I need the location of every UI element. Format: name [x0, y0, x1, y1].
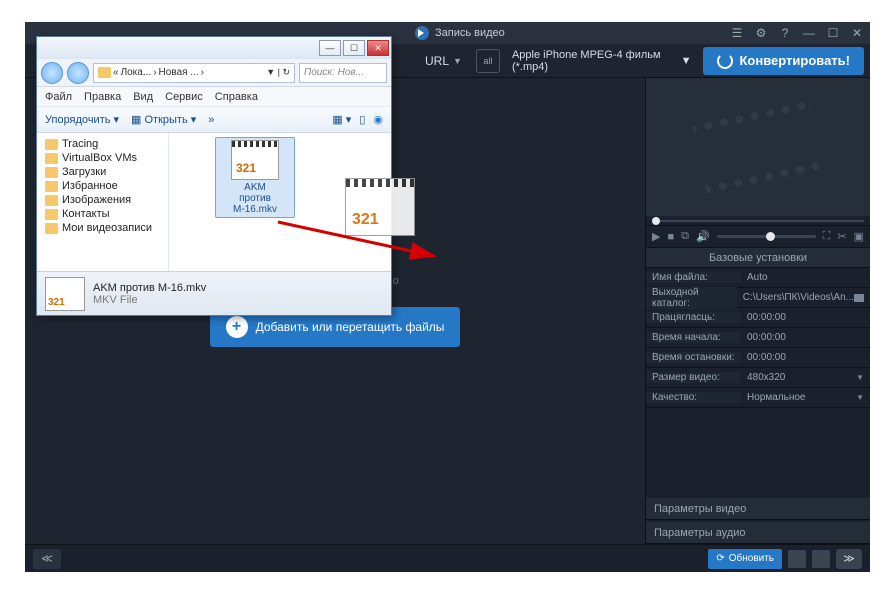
convert-label: Конвертировать! [739, 53, 850, 68]
menu-file[interactable]: Файл [45, 91, 72, 103]
explorer-menu: Файл Правка Вид Сервис Справка [37, 87, 391, 107]
row-quality: Качество:Нормальное▼ [646, 388, 870, 408]
plus-icon: + [226, 316, 248, 338]
side-panel: ▶ ■ ⧉ 🔊 ⛶ ✂ ▣ Базовые установки Имя файл… [645, 78, 870, 544]
update-button[interactable]: ⟳Обновить [708, 549, 782, 569]
chevron-down-icon: ▼ [681, 55, 692, 67]
view-mode-button[interactable]: ▦ ▾ [332, 113, 351, 126]
status-filename: AKM против M-16.mkv [93, 282, 206, 294]
menu-edit[interactable]: Правка [84, 91, 121, 103]
volume-icon[interactable]: 🔊 [696, 230, 710, 243]
drag-ghost-icon [345, 178, 415, 236]
search-input[interactable]: Поиск: Нов... [299, 63, 387, 83]
record-tab-label: Запись видео [435, 27, 505, 39]
chevron-down-icon: ▼ [856, 373, 864, 382]
url-button[interactable]: URL ▼ [417, 48, 470, 74]
maximize-icon[interactable]: ☐ [826, 26, 840, 40]
filmstrip-icon [692, 100, 824, 193]
stop-value[interactable]: 00:00:00 [741, 352, 870, 363]
organize-button[interactable]: Упорядочить ▾ [45, 113, 119, 126]
row-filename: Имя файла:Auto [646, 268, 870, 288]
snapshot-icon[interactable]: ⧉ [681, 230, 689, 243]
expand-right-button[interactable]: ≫ [836, 549, 862, 569]
preview-pane-button[interactable]: ▯ [359, 113, 365, 126]
volume-slider[interactable] [717, 235, 816, 238]
tree-item[interactable]: Загрузки [37, 165, 168, 179]
row-duration: Працягласць:00:00:00 [646, 308, 870, 328]
twitter-icon[interactable] [788, 550, 806, 568]
row-outdir: Выходной каталог:C:\Users\ПК\Videos\An..… [646, 288, 870, 308]
settings-header: Базовые установки [646, 248, 870, 268]
footer-bar: ≪ ⟳Обновить ≫ [25, 544, 870, 572]
folder-tree[interactable]: Tracing VirtualBox VMs Загрузки Избранно… [37, 133, 169, 271]
video-file-icon [231, 140, 279, 180]
explorer-toolbar: Упорядочить ▾ ▦ Открыть ▾ » ▦ ▾ ▯ ◉ [37, 107, 391, 133]
folder-icon[interactable] [854, 294, 864, 302]
tree-item[interactable]: Избранное [37, 179, 168, 193]
close-button[interactable]: ✕ [367, 40, 389, 56]
stop-icon[interactable]: ■ [667, 231, 674, 243]
status-filetype: MKV File [93, 294, 206, 306]
play-icon[interactable]: ▶ [652, 230, 660, 243]
menu-tools[interactable]: Сервис [165, 91, 203, 103]
tree-item[interactable]: Контакты [37, 207, 168, 221]
burn-button[interactable]: » [208, 114, 214, 126]
chevron-down-icon: ▼ [453, 56, 462, 66]
size-dropdown[interactable]: 480x320▼ [741, 372, 870, 383]
refresh-icon [717, 53, 733, 69]
close-icon[interactable]: ✕ [850, 26, 864, 40]
player-controls: ▶ ■ ⧉ 🔊 ⛶ ✂ ▣ [646, 226, 870, 248]
row-size: Размер видео:480x320▼ [646, 368, 870, 388]
help-icon[interactable]: ? [778, 26, 792, 40]
help-button[interactable]: ◉ [373, 113, 383, 126]
facebook-icon[interactable] [812, 550, 830, 568]
tree-item[interactable]: VirtualBox VMs [37, 151, 168, 165]
row-start: Время начала:00:00:00 [646, 328, 870, 348]
audio-params-button[interactable]: Параметры аудио [646, 522, 870, 544]
chevron-down-icon: ▼ [856, 393, 864, 402]
open-button[interactable]: ▦ Открыть ▾ [131, 113, 196, 126]
crop-icon[interactable]: ▣ [854, 230, 864, 243]
file-item-selected[interactable]: AKM против M-16.mkv [215, 137, 295, 218]
back-button[interactable] [41, 62, 63, 84]
video-file-icon [45, 277, 85, 311]
cut-icon[interactable]: ✂ [837, 230, 846, 243]
select-all-button[interactable]: all [476, 49, 500, 73]
explorer-status: AKM против M-16.mkv MKV File [37, 271, 391, 315]
tree-item[interactable]: Мои видеозаписи [37, 221, 168, 235]
add-label: Добавить или перетащить файлы [256, 320, 445, 334]
explorer-body: Tracing VirtualBox VMs Загрузки Избранно… [37, 133, 391, 271]
menu-help[interactable]: Справка [215, 91, 258, 103]
tree-item[interactable]: Tracing [37, 137, 168, 151]
outdir-value[interactable]: C:\Users\ПК\Videos\An... [737, 292, 870, 303]
list-icon[interactable]: ☰ [730, 26, 744, 40]
tree-item[interactable]: Изображения [37, 193, 168, 207]
collapse-left-button[interactable]: ≪ [33, 549, 61, 569]
minimize-button[interactable]: — [319, 40, 341, 56]
forward-button[interactable] [67, 62, 89, 84]
minimize-icon[interactable]: — [802, 26, 816, 40]
row-stop: Время остановки:00:00:00 [646, 348, 870, 368]
play-icon [415, 26, 429, 40]
quality-dropdown[interactable]: Нормальное▼ [741, 392, 870, 403]
folder-icon [98, 67, 111, 78]
menu-view[interactable]: Вид [133, 91, 153, 103]
gear-icon[interactable]: ⚙ [754, 26, 768, 40]
breadcrumb[interactable]: «Лока...› Новая ...› ▼ | ↻ [93, 63, 295, 83]
url-label: URL [425, 54, 449, 68]
file-explorer-window: — ☐ ✕ «Лока...› Новая ...› ▼ | ↻ Поиск: … [36, 36, 392, 316]
maximize-button[interactable]: ☐ [343, 40, 365, 56]
filename-value[interactable]: Auto [741, 272, 870, 283]
convert-button[interactable]: Конвертировать! [703, 47, 864, 75]
seek-slider[interactable] [646, 216, 870, 226]
start-value[interactable]: 00:00:00 [741, 332, 870, 343]
preset-label: Apple iPhone MPEG-4 фильм (*.mp4) [512, 49, 681, 73]
explorer-nav: «Лока...› Новая ...› ▼ | ↻ Поиск: Нов... [37, 59, 391, 87]
video-params-button[interactable]: Параметры видео [646, 498, 870, 520]
record-video-tab[interactable]: Запись видео [405, 22, 515, 44]
output-preset-dropdown[interactable]: Apple iPhone MPEG-4 фильм (*.mp4) ▼ [506, 48, 698, 74]
fullscreen-icon[interactable]: ⛶ [823, 230, 831, 243]
explorer-titlebar[interactable]: — ☐ ✕ [37, 37, 391, 59]
preview-pane [646, 78, 870, 216]
